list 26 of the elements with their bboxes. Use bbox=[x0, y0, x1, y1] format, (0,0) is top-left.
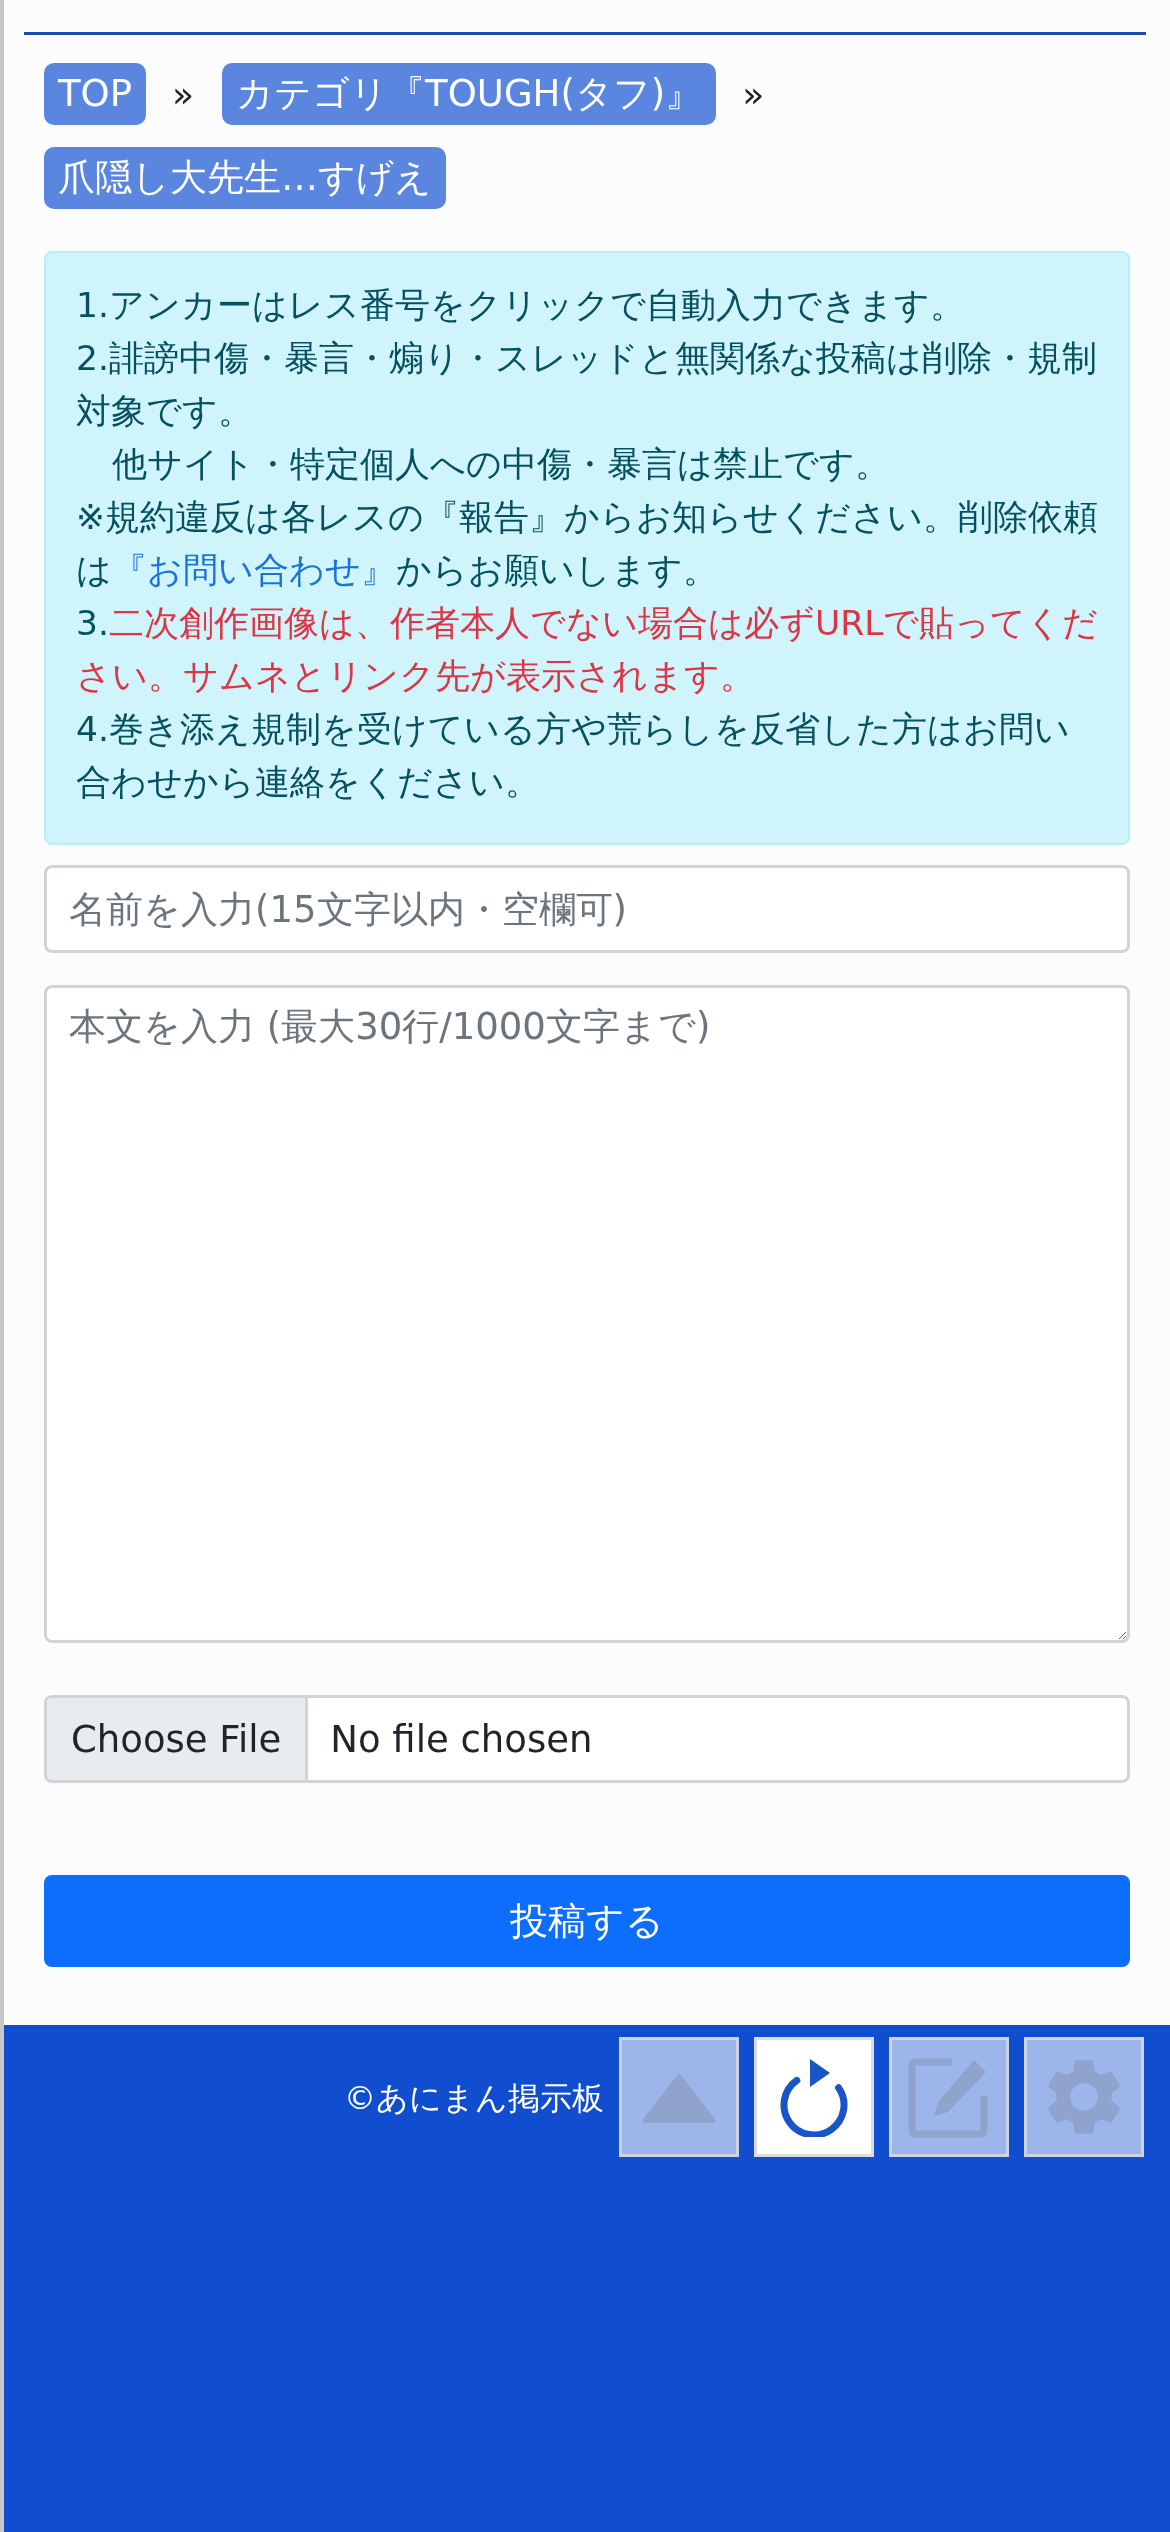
breadcrumb-separator: » bbox=[742, 73, 765, 115]
file-status: No file chosen bbox=[330, 1717, 593, 1761]
body-field[interactable]: 本文を入力 (最大30行/1000文字まで) bbox=[44, 985, 1130, 1643]
scroll-top-button[interactable] bbox=[619, 2037, 739, 2157]
notice-text: 3.二次創作画像は、作者本人でない場合は必ずURLで貼ってください。サムネとリンク先が表示されます。 bbox=[76, 602, 1100, 698]
contact-link[interactable]: 『お問い合わせ』 bbox=[112, 550, 396, 590]
copyright-text: ©あにまん掲示板 bbox=[344, 2078, 604, 2119]
notice-text: 2.誹謗中傷・暴言・煽り・スレッドと無関係な投稿は削除・規制対象です。 bbox=[76, 337, 1098, 433]
write-button[interactable] bbox=[889, 2037, 1009, 2157]
breadcrumb-link[interactable]: TOP bbox=[44, 63, 147, 125]
edit-icon bbox=[908, 2056, 990, 2138]
file-input[interactable]: Choose File No file chosen bbox=[44, 1695, 1130, 1783]
settings-button[interactable] bbox=[1024, 2037, 1144, 2157]
notice-text: 他サイト・特定個人への中傷・暴言は禁止です。 bbox=[111, 443, 891, 486]
notice-text: 4.巻き添え規制を受けている方や荒らしを反省した方はお問い合わせから連絡をください。 bbox=[76, 708, 1071, 804]
breadcrumb-link[interactable]: カテゴリ『TOUGH(タフ)』 bbox=[222, 63, 717, 125]
choose-file-button[interactable]: Choose File bbox=[47, 1698, 309, 1780]
breadcrumb-separator: » bbox=[172, 73, 195, 115]
notice-text: 1.アンカーはレス番号をクリックで自動入力できます。 bbox=[76, 284, 966, 327]
notice-text: ※規約違反は各レスの『報告』からお知らせください。削除依頼は『お問い合わせ』からお願いします。 bbox=[76, 496, 1099, 592]
breadcrumb-link[interactable]: 爪隠し大先生…すげえ bbox=[44, 147, 446, 209]
reload-icon bbox=[778, 2057, 850, 2137]
name-field[interactable]: 名前を入力(15文字以内・空欄可) bbox=[44, 865, 1130, 953]
submit-button[interactable]: 投稿する bbox=[44, 1875, 1130, 1967]
reload-button[interactable] bbox=[754, 2037, 874, 2157]
triangle-up-icon bbox=[641, 2071, 717, 2123]
